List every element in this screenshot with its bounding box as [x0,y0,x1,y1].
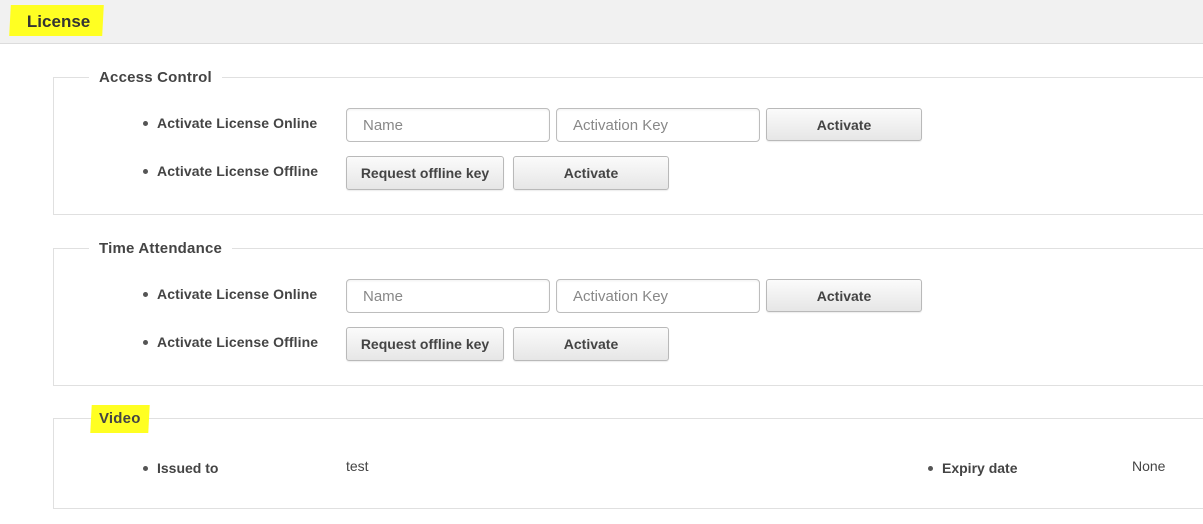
online-label: Activate License Online [157,115,318,131]
access-control-name-input[interactable] [346,108,550,142]
time-attendance-title: Time Attendance [89,239,233,259]
access-control-offline-activate-button[interactable]: Activate [513,156,669,190]
page-header: License [0,0,1203,44]
video-title: Video [90,405,150,433]
time-attendance-offline-row: Activate License Offline Request offline… [54,327,1203,361]
access-control-section: Access Control Activate License Online A… [53,68,1203,215]
access-control-title: Access Control [89,68,222,88]
bullet-icon [143,466,148,471]
bullet-icon [928,466,933,471]
bullet-icon [143,169,148,174]
issued-to-label: Issued to [157,460,219,476]
time-attendance-request-offline-button[interactable]: Request offline key [346,327,504,361]
online-label: Activate License Online [157,286,318,302]
time-attendance-offline-activate-button[interactable]: Activate [513,327,669,361]
page-title: License [9,5,105,36]
bullet-icon [143,121,148,126]
time-attendance-key-input[interactable] [556,279,760,313]
video-section: Video Issued to test Expiry date None [53,405,1203,509]
expiry-date-value: None [1132,458,1166,474]
time-attendance-name-input[interactable] [346,279,550,313]
offline-label: Activate License Offline [157,334,319,350]
bullet-icon [143,340,148,345]
issued-to-value: test [346,458,369,474]
time-attendance-section: Time Attendance Activate License Online … [53,239,1203,386]
time-attendance-activate-button[interactable]: Activate [766,279,922,312]
video-info-row: Issued to test Expiry date None [54,453,1203,487]
access-control-activate-button[interactable]: Activate [766,108,922,141]
time-attendance-online-row: Activate License Online Activate [54,279,1203,313]
expiry-date-label: Expiry date [942,460,1018,476]
access-control-online-row: Activate License Online Activate [54,108,1203,142]
offline-label: Activate License Offline [157,163,319,179]
access-control-key-input[interactable] [556,108,760,142]
access-control-request-offline-button[interactable]: Request offline key [346,156,504,190]
bullet-icon [143,292,148,297]
access-control-offline-row: Activate License Offline Request offline… [54,156,1203,190]
